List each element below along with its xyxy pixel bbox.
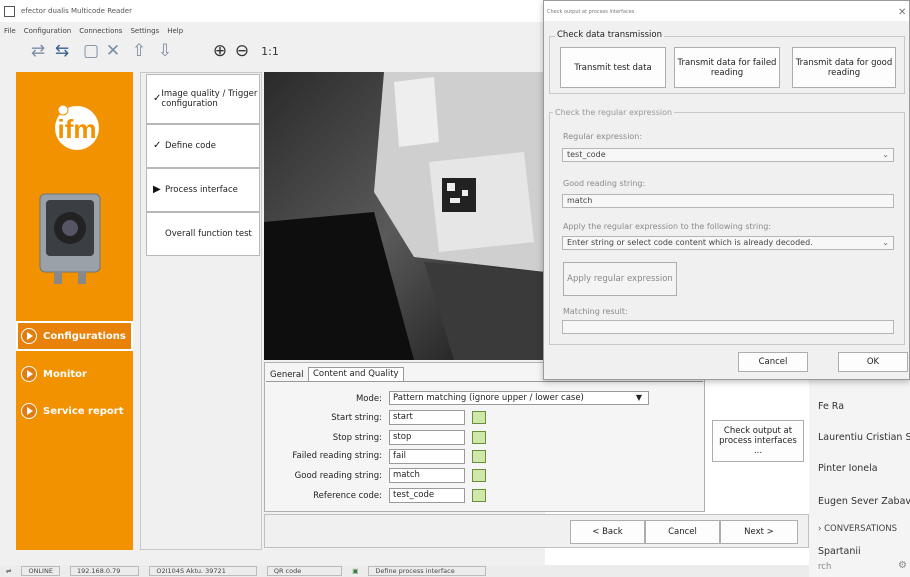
- menu-file[interactable]: File: [4, 27, 16, 35]
- title-bar: efector dualis Multicode Reader: [0, 0, 545, 22]
- step-process-interface[interactable]: ▶ Process interface: [146, 168, 260, 212]
- dropdown-arrow-icon: ▼: [635, 393, 642, 402]
- zoom-out-icon[interactable]: ⊖: [232, 38, 252, 64]
- menu-connections[interactable]: Connections: [79, 27, 122, 35]
- status-code-type: QR code: [266, 566, 343, 576]
- contact-item[interactable]: Eugen Sever Zabava: [818, 496, 910, 507]
- step-overall-function-test[interactable]: Overall function test: [146, 212, 260, 256]
- camera-view: [264, 72, 545, 360]
- close-icon[interactable]: ✕: [898, 7, 906, 18]
- regex-group-title: Check the regular expression: [553, 108, 675, 117]
- mode-label: Mode:: [355, 394, 382, 404]
- nav-configurations[interactable]: Configurations: [21, 325, 131, 347]
- reference-code-picker-icon[interactable]: [472, 489, 486, 502]
- nav-service-report[interactable]: Service report: [21, 400, 131, 422]
- failed-string-input[interactable]: fail: [389, 449, 465, 464]
- menu-help[interactable]: Help: [167, 27, 183, 35]
- play-icon: [21, 328, 37, 344]
- contact-item[interactable]: Laurentiu Cristian S...: [818, 432, 910, 443]
- start-string-input[interactable]: start: [389, 410, 465, 425]
- window-title: efector dualis Multicode Reader: [21, 7, 132, 15]
- zoom-level[interactable]: 1:1: [258, 38, 282, 64]
- menu-bar: File Configuration Connections Settings …: [0, 24, 545, 38]
- good-string-dialog-label: Good reading string:: [563, 179, 646, 188]
- reference-code-input[interactable]: test_code: [389, 488, 465, 503]
- status-icon: ▣: [352, 567, 359, 575]
- network-icon: ⇌: [6, 567, 12, 575]
- mode-select[interactable]: Pattern matching (ignore upper / lower c…: [389, 391, 649, 405]
- play-icon: [21, 366, 37, 382]
- app-icon: [4, 5, 15, 17]
- new-document-icon[interactable]: ▢: [82, 38, 100, 64]
- conversations-header: › CONVERSATIONS: [818, 524, 898, 534]
- contact-item[interactable]: Fe Ra: [818, 401, 844, 412]
- good-string-picker-icon[interactable]: [472, 469, 486, 482]
- good-string-label: Good reading string:: [294, 471, 382, 481]
- nav-monitor[interactable]: Monitor: [21, 363, 131, 385]
- transmit-test-button[interactable]: Transmit test data: [560, 47, 666, 88]
- transmit-good-button[interactable]: Transmit data for good reading: [792, 47, 896, 88]
- play-icon: [21, 403, 37, 419]
- disconnect-icon[interactable]: ⇄: [28, 38, 48, 64]
- start-string-label: Start string:: [331, 413, 382, 423]
- apply-regex-button[interactable]: Apply regular expression: [563, 262, 677, 296]
- ifm-logo: ifm: [41, 100, 113, 152]
- status-online: ONLINE: [21, 566, 60, 576]
- status-activity: Define process interface: [368, 566, 486, 576]
- gear-icon[interactable]: ⚙: [898, 560, 907, 571]
- status-device: O2I104S Aktu. 39721: [149, 566, 257, 576]
- dropdown-arrow-icon: ⌄: [882, 238, 889, 247]
- dialog-title: Check output at process interfaces: [547, 9, 635, 15]
- chat-search-input[interactable]: rch: [818, 562, 831, 572]
- regex-select[interactable]: test_code ⌄: [562, 148, 894, 162]
- transmit-failed-button[interactable]: Transmit data for failed reading: [674, 47, 780, 88]
- chevron-right-icon: ›: [818, 524, 822, 534]
- tab-divider: [266, 381, 703, 382]
- delete-icon[interactable]: ✕: [104, 38, 122, 64]
- good-string-dialog-field: match: [562, 194, 894, 208]
- matching-result-field: [562, 320, 894, 334]
- tab-content-quality[interactable]: Content and Quality: [308, 367, 404, 381]
- stop-string-input[interactable]: stop: [389, 430, 465, 445]
- status-bar: ⇌ ONLINE 192.168.0.79 O2I104S Aktu. 3972…: [0, 565, 815, 577]
- regex-label: Regular expression:: [563, 132, 643, 141]
- dropdown-arrow-icon: ⌄: [882, 150, 889, 159]
- upload-icon[interactable]: ⇧: [128, 38, 150, 64]
- conversation-item[interactable]: Spartanii: [818, 546, 861, 557]
- zoom-in-icon[interactable]: ⊕: [210, 38, 230, 64]
- apply-to-select[interactable]: Enter string or select code content whic…: [562, 236, 894, 250]
- status-ip: 192.168.0.79: [69, 566, 140, 576]
- dialog-cancel-button[interactable]: Cancel: [738, 352, 808, 372]
- menu-configuration[interactable]: Configuration: [24, 27, 71, 35]
- step-define-code[interactable]: ✓ Define code: [146, 124, 260, 168]
- transmission-group-title: Check data transmission: [555, 30, 664, 40]
- start-string-picker-icon[interactable]: [472, 411, 486, 424]
- failed-string-label: Failed reading string:: [292, 451, 382, 461]
- stop-string-picker-icon[interactable]: [472, 431, 486, 444]
- connect-icon[interactable]: ⇆: [52, 38, 72, 64]
- cancel-button[interactable]: Cancel: [645, 520, 720, 544]
- reference-code-label: Reference code:: [313, 491, 382, 501]
- good-string-input[interactable]: match: [389, 468, 465, 483]
- menu-settings[interactable]: Settings: [130, 27, 159, 35]
- camera-image: [28, 180, 118, 290]
- apply-to-label: Apply the regular expression to the foll…: [563, 222, 772, 231]
- failed-string-picker-icon[interactable]: [472, 450, 486, 463]
- back-button[interactable]: < Back: [570, 520, 645, 544]
- download-icon[interactable]: ⇩: [154, 38, 176, 64]
- dialog-ok-button[interactable]: OK: [838, 352, 908, 372]
- next-button[interactable]: Next >: [720, 520, 798, 544]
- step-image-quality[interactable]: ✓ Image quality / Trigger configuration: [146, 74, 260, 124]
- matching-result-label: Matching result:: [563, 307, 628, 316]
- stop-string-label: Stop string:: [332, 433, 382, 443]
- contact-item[interactable]: Pinter Ionela: [818, 463, 878, 474]
- check-output-button[interactable]: Check output at process interfaces ...: [712, 420, 804, 462]
- svg-text:ifm: ifm: [58, 114, 97, 144]
